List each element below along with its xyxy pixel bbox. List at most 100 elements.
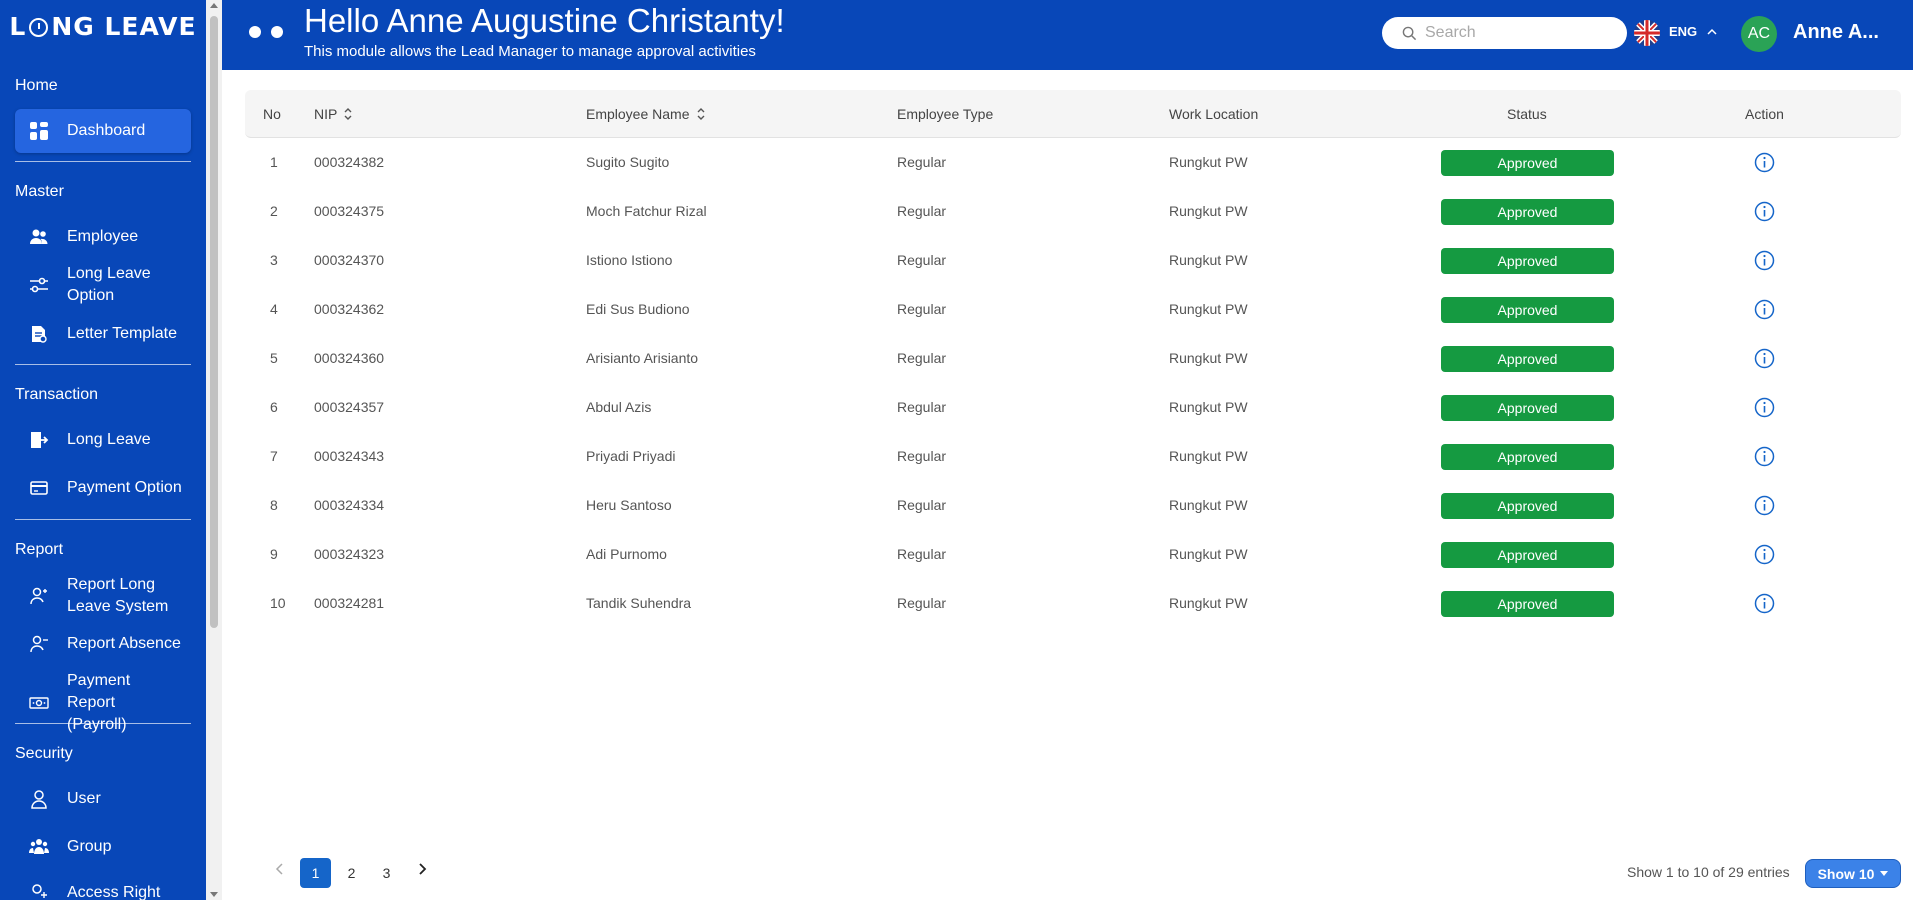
table-row: 6 000324357 Abdul Azis Regular Rungkut PW App… [245, 383, 1901, 432]
info-icon[interactable] [1754, 299, 1775, 320]
table-header: No NIP Employee Name Employee Type Work … [245, 90, 1901, 138]
page-subtitle: This module allows the Lead Manager to m… [304, 43, 756, 60]
sidebar-item-payment-report[interactable]: Payment Report (Payroll) [15, 670, 191, 736]
money-icon [15, 693, 53, 713]
cell-employee-type: Regular [897, 595, 947, 611]
sidebar-item-dashboard[interactable]: Dashboard [15, 109, 191, 153]
info-icon[interactable] [1754, 495, 1775, 516]
sidebar-item-access-right[interactable]: Access Right [15, 882, 191, 904]
cell-work-location: Rungkut PW [1169, 595, 1248, 611]
status-badge: Approved [1441, 199, 1614, 225]
uk-flag-icon[interactable] [1634, 20, 1660, 46]
table-row: 8 000324334 Heru Santoso Regular Rungkut PW A… [245, 481, 1901, 530]
menu-toggle-icon[interactable] [249, 26, 283, 38]
search-input[interactable] [1425, 24, 1605, 42]
cell-work-location: Rungkut PW [1169, 252, 1248, 268]
sort-icon[interactable] [343, 107, 353, 121]
cell-employee-name: Moch Fatchur Rizal [586, 203, 707, 219]
sidebar-item-label: Report Long Leave System [67, 576, 169, 615]
cell-employee-name: Priyadi Priyadi [586, 448, 676, 464]
scroll-up-icon[interactable] [210, 3, 218, 8]
info-icon[interactable] [1754, 348, 1775, 369]
cell-nip: 000324382 [314, 154, 385, 170]
sidebar-divider [15, 519, 191, 520]
column-header-nip[interactable]: NIP [314, 90, 353, 138]
cell-nip: 000324375 [314, 203, 385, 219]
page-3-button[interactable]: 3 [371, 858, 402, 888]
scrollbar-thumb[interactable] [210, 16, 218, 628]
cell-nip: 000324334 [314, 497, 385, 513]
cell-employee-type: Regular [897, 252, 947, 268]
sidebar-item-employee[interactable]: Employee [15, 226, 191, 248]
cell-nip: 000324323 [314, 546, 385, 562]
info-icon[interactable] [1754, 397, 1775, 418]
info-icon[interactable] [1754, 446, 1775, 467]
cell-employee-name: Abdul Azis [586, 399, 652, 415]
status-badge: Approved [1441, 297, 1614, 323]
cell-employee-type: Regular [897, 497, 947, 513]
info-icon[interactable] [1754, 593, 1775, 614]
entries-info: Show 1 to 10 of 29 entries [1627, 864, 1790, 880]
sidebar-divider [15, 723, 191, 724]
sidebar-item-long-leave-option[interactable]: Long Leave Option [15, 263, 191, 307]
cell-employee-name: Arisianto Arisianto [586, 350, 699, 366]
cell-no: 10 [270, 595, 286, 611]
page-size-select[interactable]: Show 10 [1805, 859, 1901, 888]
app-logo[interactable]: L NG LEAVE [0, 0, 206, 52]
column-header-employee-type: Employee Type [897, 106, 994, 122]
avatar[interactable]: AC [1741, 16, 1777, 52]
sidebar-scrollbar[interactable] [206, 0, 222, 900]
sidebar-item-label: Dashboard [67, 122, 146, 139]
sidebar-item-long-leave[interactable]: Long Leave [15, 429, 191, 451]
language-label[interactable]: ENG [1669, 24, 1697, 39]
table-row: 9 000324323 Adi Purnomo Regular Rungkut PW Ap… [245, 530, 1901, 579]
cell-nip: 000324360 [314, 350, 385, 366]
info-icon[interactable] [1754, 201, 1775, 222]
info-icon[interactable] [1754, 152, 1775, 173]
cell-employee-type: Regular [897, 399, 947, 415]
sidebar-item-payment-option[interactable]: Payment Option [15, 477, 191, 499]
sidebar-section-master: Master [15, 183, 64, 200]
column-header-employee-name[interactable]: Employee Name [586, 90, 706, 138]
scroll-down-icon[interactable] [210, 892, 218, 897]
page-title: Hello Anne Augustine Christanty! [304, 2, 785, 39]
group-icon [15, 837, 53, 857]
sidebar-item-group[interactable]: Group [15, 836, 191, 858]
leave-icon [15, 430, 53, 450]
table-row: 7 000324343 Priyadi Priyadi Regular Rungkut … [245, 432, 1901, 481]
sort-icon[interactable] [696, 107, 706, 121]
cell-no: 8 [270, 497, 278, 513]
cell-employee-type: Regular [897, 203, 947, 219]
cell-employee-type: Regular [897, 448, 947, 464]
page-size-label: Show 10 [1817, 865, 1875, 882]
info-icon[interactable] [1754, 544, 1775, 565]
sidebar-item-user[interactable]: User [15, 788, 191, 810]
sidebar-item-label: Long Leave [67, 431, 151, 448]
status-badge: Approved [1441, 395, 1614, 421]
cell-employee-type: Regular [897, 350, 947, 366]
cell-no: 9 [270, 546, 278, 562]
info-icon[interactable] [1754, 250, 1775, 271]
cell-work-location: Rungkut PW [1169, 399, 1248, 415]
username[interactable]: Anne A... [1793, 21, 1879, 44]
chevron-right-icon[interactable] [415, 862, 429, 876]
user-report-icon [15, 586, 53, 606]
sidebar-item-letter-template[interactable]: Letter Template [15, 323, 191, 345]
page-2-button[interactable]: 2 [336, 858, 367, 888]
sidebar-item-label: Payment Option [67, 479, 182, 496]
chevron-left-icon[interactable] [273, 862, 287, 876]
clock-icon [29, 17, 49, 37]
cell-work-location: Rungkut PW [1169, 203, 1248, 219]
chevron-up-icon[interactable] [1707, 27, 1717, 37]
sidebar-item-report-absence[interactable]: Report Absence [15, 633, 191, 655]
search-box[interactable] [1382, 17, 1627, 49]
sidebar-item-label: Report Absence [67, 635, 181, 652]
sidebar-item-report-long-leave-system[interactable]: Report Long Leave System [15, 574, 191, 618]
cell-work-location: Rungkut PW [1169, 154, 1248, 170]
sidebar-divider [15, 161, 191, 162]
status-badge: Approved [1441, 542, 1614, 568]
column-header-no: No [263, 106, 281, 122]
sidebar-section-home: Home [15, 77, 58, 94]
page-1-button[interactable]: 1 [300, 858, 331, 888]
table-row: 5 000324360 Arisianto Arisianto Regular Rung… [245, 334, 1901, 383]
